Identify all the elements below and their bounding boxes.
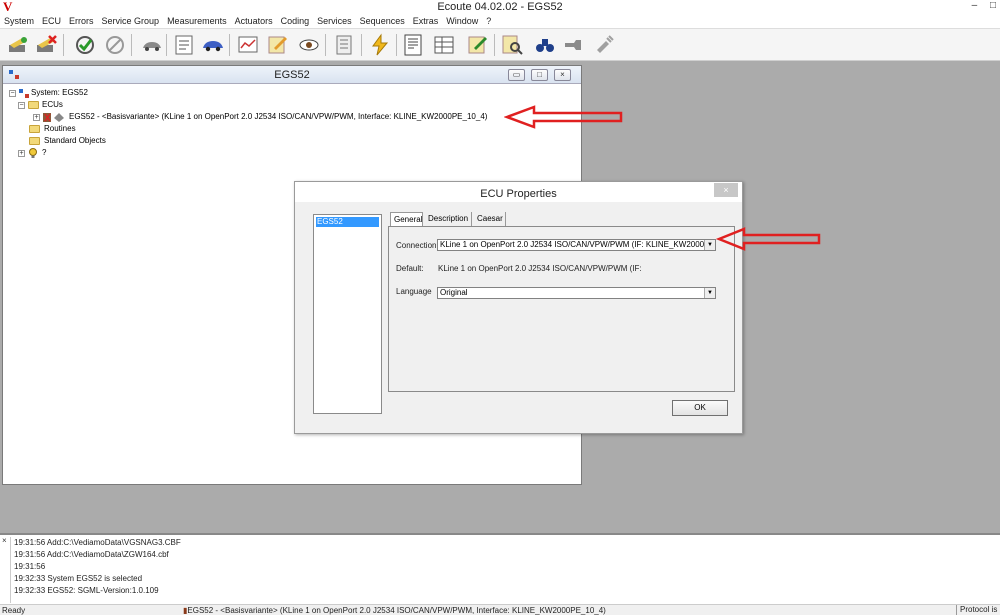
window-restore-button[interactable]: □ [531, 69, 548, 81]
check-icon[interactable] [73, 33, 97, 57]
expand-toggle[interactable]: + [33, 114, 40, 121]
menu-coding[interactable]: Coding [277, 14, 314, 26]
system-window-titlebar: EGS52 ▭ □ × [3, 66, 581, 84]
window-minimize-button[interactable]: ▭ [508, 69, 525, 81]
language-dropdown[interactable]: Original ▼ [437, 287, 716, 299]
tree-routines-label: Routines [44, 124, 76, 133]
document-icon[interactable] [172, 33, 196, 57]
tab-caesar[interactable]: Caesar [474, 212, 506, 226]
menu-window[interactable]: Window [442, 14, 482, 26]
log-line: 19:32:33 EGS52: SGML-Version:1.0.109 [14, 586, 159, 595]
default-value: KLine 1 on OpenPort 2.0 J2534 ISO/CAN/VP… [438, 264, 642, 273]
ok-button[interactable]: OK [672, 400, 728, 416]
menu-sequences[interactable]: Sequences [356, 14, 409, 26]
log-line: 19:31:56 Add:C:\VediamoData\VGSNAG3.CBF [14, 538, 181, 547]
collapse-toggle[interactable]: − [9, 90, 16, 97]
cancel-check-icon[interactable] [103, 33, 127, 57]
menu-actuators[interactable]: Actuators [231, 14, 277, 26]
maximize-button[interactable]: □ [990, 0, 996, 11]
status-protocol: Protocol is [956, 605, 1000, 615]
log-line: 19:31:56 Add:C:\VediamoData\ZGW164.cbf [14, 550, 169, 559]
menu-bar: System ECU Errors Service Group Measurements… [0, 14, 1000, 29]
log-line: 19:32:33 System EGS52 is selected [14, 574, 143, 583]
menu-service-group[interactable]: Service Group [98, 14, 164, 26]
tab-general[interactable]: General [390, 212, 423, 226]
tree-standard-objects-label: Standard Objects [44, 136, 106, 145]
status-ecu-label: EGS52 - <Basisvariante> (KLine 1 on Open… [187, 606, 606, 615]
log-close-button[interactable]: × [2, 536, 7, 545]
connection-value: KLine 1 on OpenPort 2.0 J2534 ISO/CAN/VP… [440, 240, 710, 249]
annotation-arrow [716, 227, 821, 251]
edit-icon[interactable] [266, 33, 290, 57]
ecu-properties-dialog: ECU Properties × EGS52 General Descripti… [294, 181, 743, 434]
general-panel: Connection KLine 1 on OpenPort 2.0 J2534… [388, 226, 735, 392]
minimize-button[interactable]: – [972, 0, 978, 11]
tree-ecu-label: EGS52 - <Basisvariante> (KLine 1 on Open… [69, 112, 488, 121]
annotation-arrow [504, 105, 623, 129]
menu-ecu[interactable]: ECU [38, 14, 65, 26]
toolbar [0, 29, 1000, 61]
disconnect-icon[interactable] [34, 33, 58, 57]
log-pane: × 19:31:56 Add:C:\VediamoData\VGSNAG3.CB… [0, 533, 1000, 604]
tree-root-label: System: EGS52 [31, 88, 88, 97]
connection-label: Connection [396, 241, 437, 250]
bulb-icon [29, 148, 37, 158]
default-label: Default: [396, 264, 424, 273]
car-blue-icon[interactable] [201, 33, 225, 57]
collapse-toggle[interactable]: − [18, 102, 25, 109]
binoculars-icon[interactable] [533, 33, 557, 57]
window-title: Ecoute 04.02.02 - EGS52 [437, 1, 563, 13]
car-gray-icon[interactable] [140, 33, 164, 57]
menu-extras[interactable]: Extras [409, 14, 443, 26]
dialog-title: ECU Properties [480, 188, 557, 200]
ecu-list[interactable]: EGS52 [313, 214, 382, 414]
menu-measurements[interactable]: Measurements [163, 14, 231, 26]
menu-help[interactable]: ? [482, 14, 495, 26]
connection-dropdown[interactable]: KLine 1 on OpenPort 2.0 J2534 ISO/CAN/VP… [437, 239, 716, 251]
folder-icon [28, 101, 39, 109]
dialog-body: EGS52 General Description Caesar Connect… [295, 202, 742, 433]
system-window-title: EGS52 [274, 69, 310, 81]
tree-unknown-label: ? [42, 148, 47, 157]
menu-errors[interactable]: Errors [65, 14, 98, 26]
code-edit-icon[interactable] [466, 33, 490, 57]
plug-icon[interactable] [562, 33, 586, 57]
ecu-list-item[interactable]: EGS52 [316, 217, 379, 227]
page-icon[interactable] [401, 33, 425, 57]
expand-toggle[interactable]: + [18, 150, 25, 157]
search-doc-icon[interactable] [500, 33, 524, 57]
system-icon [19, 89, 29, 98]
connect-icon[interactable] [6, 33, 30, 57]
flash-icon[interactable] [368, 33, 392, 57]
status-ecu: ▮EGS52 - <Basisvariante> (KLine 1 on Ope… [183, 606, 606, 615]
tab-description[interactable]: Description [425, 212, 472, 226]
menu-services[interactable]: Services [313, 14, 356, 26]
chevron-down-icon[interactable]: ▼ [704, 240, 715, 250]
log-line: 19:31:56 [14, 562, 46, 571]
eye-icon[interactable] [297, 33, 321, 57]
status-bar: Ready ▮EGS52 - <Basisvariante> (KLine 1 … [0, 604, 1000, 615]
ecu-icon [43, 113, 64, 122]
tree-ecus-label: ECUs [42, 100, 63, 109]
folder-icon [29, 137, 40, 145]
log-list: 19:31:56 Add:C:\VediamoData\VGSNAG3.CBF … [10, 537, 998, 603]
language-label: Language [396, 287, 432, 296]
menu-system[interactable]: System [0, 14, 38, 26]
chevron-down-icon[interactable]: ▼ [704, 288, 715, 298]
table-icon[interactable] [432, 33, 456, 57]
list-icon[interactable] [332, 33, 356, 57]
window-close-button[interactable]: × [554, 69, 571, 81]
language-value: Original [440, 288, 468, 297]
plug-gray-icon[interactable] [592, 33, 616, 57]
status-ready: Ready [2, 606, 26, 615]
title-bar: V Ecoute 04.02.02 - EGS52 – □ [0, 0, 1000, 14]
dialog-close-button[interactable]: × [714, 183, 738, 197]
chart-icon[interactable] [236, 33, 260, 57]
folder-icon [29, 125, 40, 133]
